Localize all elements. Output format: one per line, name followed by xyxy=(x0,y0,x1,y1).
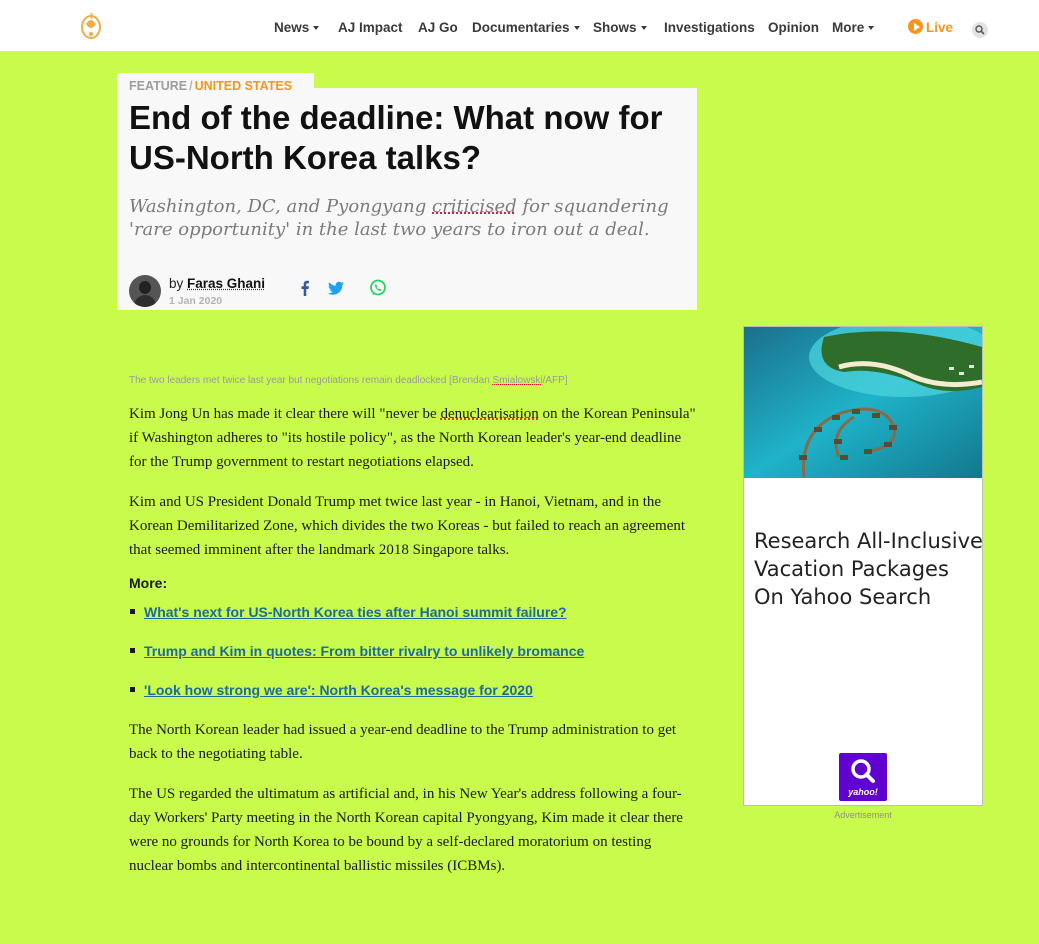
search-icon xyxy=(851,759,875,783)
article-paragraph: Kim and US President Donald Trump met tw… xyxy=(129,494,686,558)
image-caption: The two leaders met twice last year but … xyxy=(129,375,568,387)
ad-headline: Research All-Inclusive Vacation Packages… xyxy=(754,529,983,609)
related-article-link[interactable]: Trump and Kim in quotes: From bitter riv… xyxy=(144,642,584,660)
nav-label: AJ Go xyxy=(418,20,458,35)
whatsapp-icon[interactable] xyxy=(369,279,387,297)
caption-text: Smialowski xyxy=(492,375,543,386)
nav-item-investigations[interactable]: Investigations xyxy=(664,19,755,37)
nav-item-shows[interactable]: Shows xyxy=(593,19,647,37)
facebook-icon[interactable] xyxy=(296,279,314,297)
play-icon xyxy=(908,19,923,34)
advertisement[interactable]: Research All-Inclusive Vacation Packages… xyxy=(743,326,983,806)
author-avatar[interactable] xyxy=(129,275,161,307)
chevron-down-icon xyxy=(573,26,580,30)
subtitle-text: Washington, DC, and Pyongyang xyxy=(129,196,433,217)
resort-island-image xyxy=(744,327,982,478)
nav-label: News xyxy=(274,20,310,35)
yahoo-logo-text: yahoo! xyxy=(848,787,878,797)
live-label: Live xyxy=(926,20,954,35)
article-paragraph: Kim Jong Un has made it clear there will… xyxy=(129,402,699,474)
nav-item-documentaries[interactable]: Documentaries xyxy=(472,19,580,37)
yahoo-search-logo: yahoo! xyxy=(839,753,887,801)
kicker-separator: / xyxy=(189,79,193,93)
caption-text: /AFP] xyxy=(542,375,568,386)
nav-item-news[interactable]: News xyxy=(274,19,320,37)
nav-label: Investigations xyxy=(664,20,755,35)
byline: by Faras Ghani xyxy=(169,276,265,292)
article-subtitle: Washington, DC, and Pyongyang criticised… xyxy=(129,195,689,241)
publish-date: 1 Jan 2020 xyxy=(169,295,223,307)
nav-label: AJ Impact xyxy=(338,20,403,35)
author-link[interactable]: Faras Ghani xyxy=(187,276,265,291)
nav-item-more[interactable]: More xyxy=(832,19,875,37)
chevron-down-icon xyxy=(868,26,875,30)
nav-item-aj-impact[interactable]: AJ Impact xyxy=(338,19,403,37)
nav-label: Shows xyxy=(593,20,637,35)
chevron-down-icon xyxy=(313,26,320,30)
paragraph-text: denuclearisation xyxy=(440,406,539,422)
aljazeera-logo-icon[interactable] xyxy=(78,10,104,40)
top-navigation-bar: News AJ Impact AJ Go Documentaries Shows… xyxy=(0,0,1039,52)
nav-item-aj-go[interactable]: AJ Go xyxy=(418,19,458,37)
live-button[interactable]: Live xyxy=(908,19,953,37)
article-kicker: FEATURE / UNITED STATES xyxy=(129,79,292,94)
article-title: End of the deadline: What now for US-Nor… xyxy=(129,99,663,176)
bullet-icon xyxy=(130,609,135,614)
search-icon[interactable] xyxy=(972,22,988,38)
kicker-topic-link[interactable]: UNITED STATES xyxy=(195,79,292,93)
related-article-link[interactable]: What's next for US-North Korea ties afte… xyxy=(144,603,567,621)
paragraph-text: Kim Jong Un has made it clear there will… xyxy=(129,406,441,422)
article-paragraph: The US regarded the ultimatum as artific… xyxy=(129,786,683,874)
chevron-down-icon xyxy=(640,26,647,30)
article-paragraph: The North Korean leader had issued a yea… xyxy=(129,722,677,762)
nav-label: Opinion xyxy=(768,20,819,35)
more-heading: More: xyxy=(129,575,168,591)
related-article-link[interactable]: 'Look how strong we are': North Korea's … xyxy=(144,681,533,699)
subtitle-text: criticised xyxy=(432,196,517,217)
byline-prefix: by xyxy=(169,276,184,291)
bullet-icon xyxy=(130,687,135,692)
nav-label: More xyxy=(832,20,865,35)
nav-item-opinion[interactable]: Opinion xyxy=(768,19,819,37)
twitter-icon[interactable] xyxy=(327,279,345,297)
nav-label: Documentaries xyxy=(472,20,570,35)
bullet-icon xyxy=(130,648,135,653)
kicker-type: FEATURE xyxy=(129,79,188,93)
advertisement-label: Advertisement xyxy=(834,810,892,820)
caption-text: The two leaders met twice last year but … xyxy=(129,375,493,386)
